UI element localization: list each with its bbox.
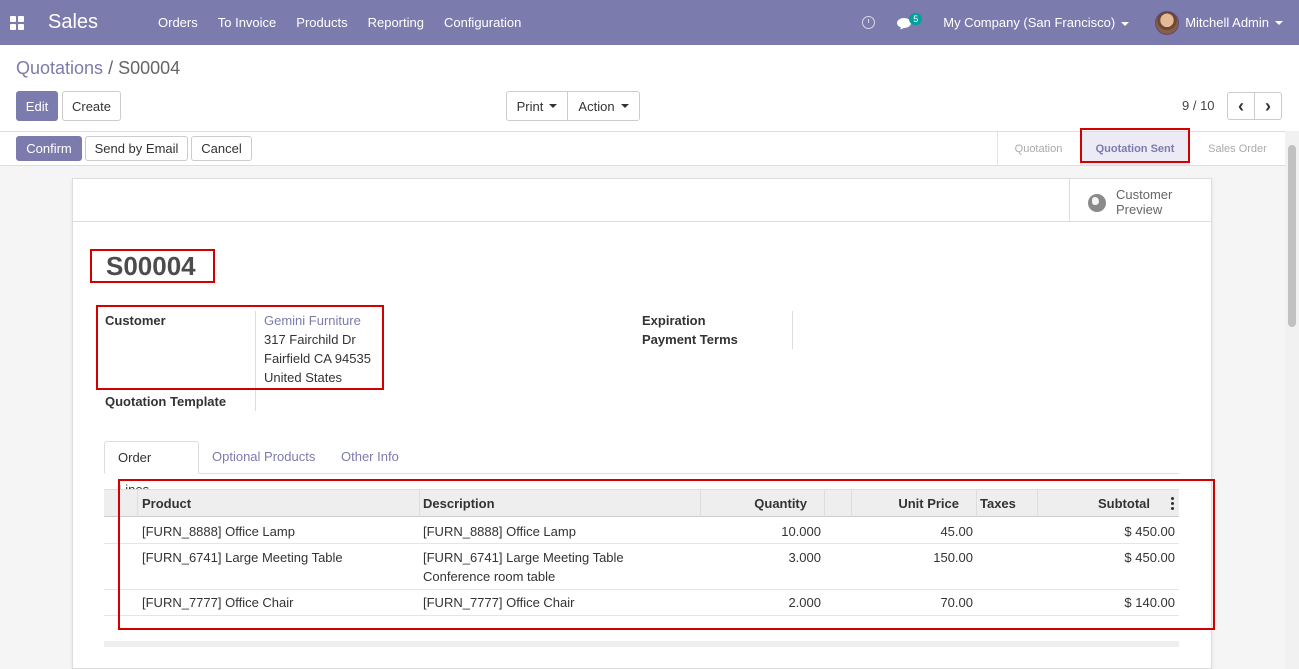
top-navbar: Sales Orders To Invoice Products Reporti… [0,0,1299,45]
user-menu[interactable]: Mitchell Admin [1155,10,1283,35]
cancel-button[interactable]: Cancel [191,136,252,161]
edit-button[interactable]: Edit [16,91,58,121]
chevron-right-icon: › [1265,96,1271,116]
highlight-box [118,479,1215,630]
chevron-down-icon [1121,21,1130,26]
stage-quotation[interactable]: Quotation [997,132,1079,165]
app-name[interactable]: Sales [48,11,136,34]
menu-products[interactable]: Products [286,0,357,45]
print-dropdown[interactable]: Print [506,91,568,121]
tab-order-lines[interactable]: Order Lines [104,441,199,497]
messaging-button[interactable]: 5 [895,12,925,33]
messages-count-badge: 5 [909,12,923,25]
payment-terms-label: Payment Terms [642,332,738,347]
menu-reporting[interactable]: Reporting [358,0,434,45]
breadcrumb-parent[interactable]: Quotations [16,58,103,78]
button-box-divider [72,221,1212,222]
activity-clock-icon[interactable] [862,16,876,29]
company-switcher[interactable]: My Company (San Francisco) [943,15,1130,30]
menu-configuration[interactable]: Configuration [434,0,531,45]
pager-next-button[interactable]: › [1254,92,1282,120]
chevron-down-icon [620,104,629,108]
pager-value[interactable]: 9 / 10 [1182,98,1215,113]
highlight-box [90,249,215,283]
company-name: My Company (San Francisco) [943,15,1116,30]
confirm-button[interactable]: Confirm [16,136,82,161]
create-button[interactable]: Create [62,91,121,121]
expiration-label: Expiration [642,313,706,328]
tab-other-info[interactable]: Other Info [328,441,412,474]
highlight-box [1080,128,1190,163]
main-menu: Orders To Invoice Products Reporting Con… [148,0,531,45]
menu-orders[interactable]: Orders [148,0,208,45]
pager-previous-button[interactable]: ‹ [1227,92,1255,120]
stage-sales-order[interactable]: Sales Order [1190,132,1285,165]
quotation-template-label: Quotation Template [105,394,227,409]
notebook-tabs: Order Lines Optional Products Other Info [104,441,1179,497]
scrollbar[interactable] [1285,131,1299,669]
menu-to-invoice[interactable]: To Invoice [208,0,287,45]
chevron-down-icon [549,104,558,108]
apps-menu-icon[interactable] [10,15,24,30]
breadcrumb-separator: / [108,58,114,78]
scrollbar-thumb[interactable] [1288,145,1296,327]
breadcrumb: Quotations / S00004 [16,58,180,79]
highlight-box [96,305,384,390]
action-label: Action [578,98,615,114]
tab-optional-products[interactable]: Optional Products [199,441,328,474]
avatar [1155,10,1180,35]
send-by-email-button[interactable]: Send by Email [85,136,188,161]
field-divider [792,311,793,349]
chevron-left-icon: ‹ [1238,96,1244,116]
print-label: Print [516,98,544,114]
customer-preview-label: Customer Preview [1116,187,1173,217]
user-name: Mitchell Admin [1185,15,1269,30]
chevron-down-icon [1275,20,1283,25]
breadcrumb-current: S00004 [118,58,181,78]
table-footer [104,641,1179,647]
action-dropdown[interactable]: Action [567,91,640,121]
globe-icon [1088,194,1106,212]
